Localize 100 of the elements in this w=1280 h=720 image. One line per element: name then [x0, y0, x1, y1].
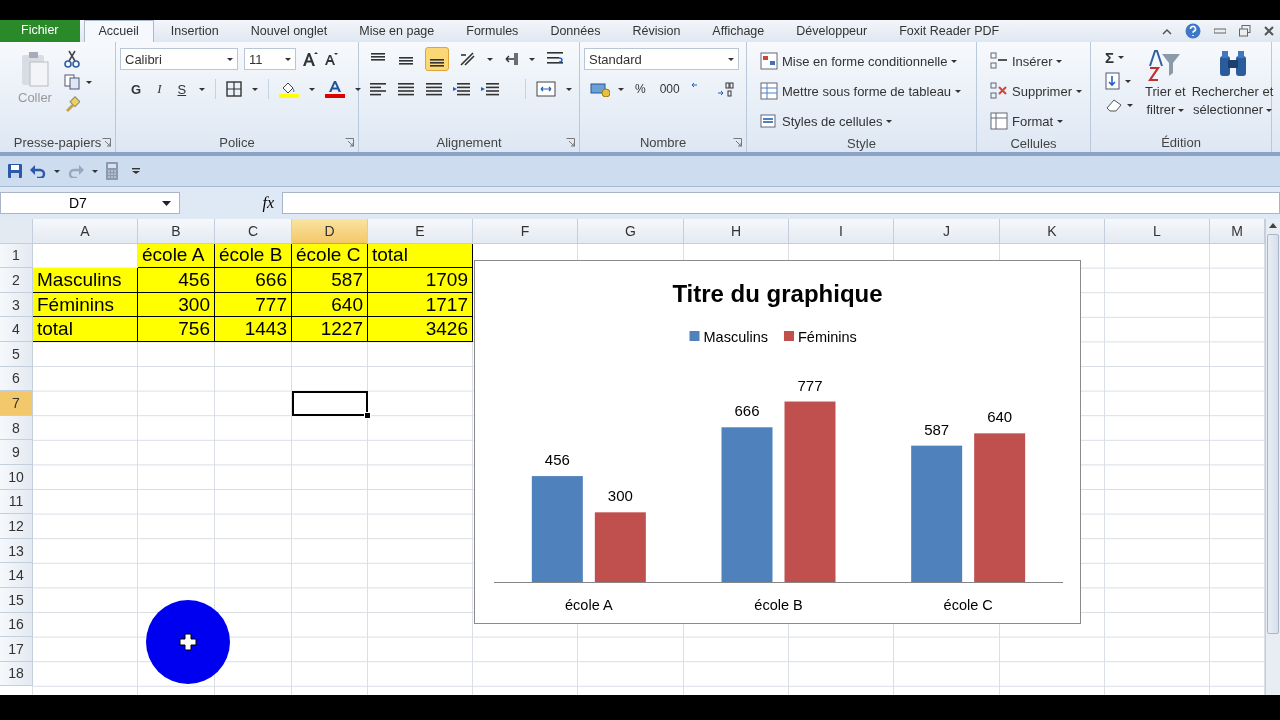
caret-icon[interactable]	[355, 87, 362, 91]
merge-cells-icon[interactable]	[536, 81, 556, 97]
chart-area[interactable]: Titre du graphique Masculins Féminins 456 300 école A 666 777 école B 587 640 école C	[474, 260, 1081, 624]
copy-icon[interactable]	[63, 74, 80, 90]
style-button[interactable]: I	[154, 79, 165, 99]
decrease-decimal-icon[interactable]	[716, 81, 735, 97]
row-header[interactable]: 18	[0, 661, 33, 687]
row-header[interactable]: 13	[0, 538, 33, 564]
dialog-launcher-icon[interactable]	[345, 138, 354, 147]
increase-indent-icon[interactable]	[481, 81, 499, 97]
chevron-up-icon[interactable]	[1162, 27, 1172, 35]
column-header[interactable]: D	[292, 219, 368, 244]
decrease-indent-icon[interactable]	[453, 81, 471, 97]
sort-filter-icon[interactable]	[1148, 48, 1183, 82]
font-name-field[interactable]: Calibri	[120, 48, 238, 70]
font-size-field[interactable]: 11	[244, 48, 296, 70]
insert-cells-icon[interactable]	[990, 52, 1008, 70]
row-header[interactable]: 12	[0, 514, 33, 539]
caret-icon[interactable]	[487, 57, 493, 61]
restore-icon[interactable]	[1239, 25, 1251, 37]
caret-icon[interactable]	[566, 87, 572, 91]
caret-icon[interactable]	[1127, 103, 1133, 107]
caret-icon[interactable]	[227, 57, 233, 61]
column-header[interactable]: I	[789, 219, 894, 244]
column-header[interactable]: H	[684, 219, 789, 244]
caret-icon[interactable]	[951, 59, 958, 63]
currency-icon[interactable]	[590, 81, 610, 97]
row-header[interactable]: 10	[0, 464, 33, 490]
caret-icon[interactable]	[1178, 108, 1185, 112]
caret-icon[interactable]	[92, 169, 98, 173]
row-header[interactable]: 4	[0, 317, 33, 342]
sort-filter-button[interactable]: Trier et filtrer	[1145, 48, 1186, 132]
caret-icon[interactable]	[85, 80, 92, 84]
row-header[interactable]: 6	[0, 366, 33, 392]
row-header[interactable]: 14	[0, 563, 33, 588]
align-right-icon[interactable]	[425, 81, 443, 97]
scrollbar-thumb[interactable]	[1267, 234, 1279, 634]
customize-toolbar-icon[interactable]	[132, 168, 140, 174]
caret-icon[interactable]	[285, 57, 291, 61]
style-menu-button[interactable]: Mettre sous forme de tableau	[757, 78, 965, 104]
caret-icon[interactable]	[618, 87, 624, 91]
column-header[interactable]: L	[1105, 219, 1210, 244]
row-header[interactable]: 8	[0, 415, 33, 441]
row-header[interactable]: 9	[0, 440, 33, 465]
delete-cells-icon[interactable]	[990, 82, 1008, 100]
scissors-icon[interactable]	[63, 50, 80, 68]
ribbon-tab[interactable]: Foxit Reader PDF	[884, 20, 1015, 42]
caret-icon[interactable]	[252, 87, 259, 91]
column-header[interactable]: G	[578, 219, 684, 244]
caret-icon[interactable]	[529, 57, 535, 61]
cells-menu-button[interactable]: Supprimer	[987, 78, 1085, 104]
fill-down-icon[interactable]	[1105, 72, 1121, 90]
save-icon[interactable]	[8, 164, 22, 178]
row-header[interactable]: 17	[0, 637, 33, 662]
row-header[interactable]: 2	[0, 268, 33, 293]
column-header[interactable]: K	[1000, 219, 1105, 244]
undo-icon[interactable]	[30, 164, 46, 178]
align-center-icon[interactable]	[397, 81, 415, 97]
conditional-format-icon[interactable]	[760, 52, 778, 70]
find-select-button[interactable]: Rechercher et sélectionner	[1191, 48, 1274, 132]
style-menu-button[interactable]: Mise en forme conditionnelle	[757, 48, 965, 74]
shrink-font-icon[interactable]	[324, 52, 338, 66]
style-button[interactable]: G	[128, 79, 145, 99]
ribbon-tab[interactable]: Accueil	[83, 20, 154, 42]
row-header[interactable]: 5	[0, 341, 33, 367]
caret-icon[interactable]	[162, 200, 171, 206]
row-header[interactable]: 11	[0, 489, 33, 515]
cells-menu-button[interactable]: Format	[987, 108, 1085, 134]
close-icon[interactable]	[1264, 26, 1274, 36]
minimize-icon[interactable]	[1214, 28, 1226, 34]
caret-icon[interactable]	[1125, 79, 1131, 83]
caret-icon[interactable]	[309, 87, 316, 91]
ribbon-tab[interactable]: Insertion	[155, 20, 234, 42]
ribbon-tab[interactable]: Développeur	[781, 20, 883, 42]
column-header[interactable]: M	[1210, 219, 1265, 244]
style-menu-button[interactable]: Styles de cellules	[757, 108, 965, 134]
caret-icon[interactable]	[1118, 55, 1124, 59]
fill-color-icon[interactable]	[279, 80, 300, 98]
caret-icon[interactable]	[54, 169, 60, 173]
dialog-launcher-icon[interactable]	[733, 138, 742, 147]
number-format-field[interactable]: Standard	[584, 48, 739, 70]
active-cell[interactable]	[292, 391, 368, 416]
caret-icon[interactable]	[199, 87, 206, 91]
caret-icon[interactable]	[886, 119, 893, 123]
caret-icon[interactable]	[1056, 59, 1063, 63]
column-header[interactable]: E	[368, 219, 473, 244]
row-header[interactable]: 7	[0, 391, 33, 416]
caret-icon[interactable]	[1266, 108, 1273, 112]
caret-icon[interactable]	[1057, 119, 1064, 123]
formula-input[interactable]	[282, 192, 1280, 214]
borders-icon[interactable]	[226, 81, 243, 97]
caret-icon[interactable]	[955, 89, 962, 93]
help-icon[interactable]	[1185, 23, 1201, 39]
eraser-icon[interactable]	[1105, 98, 1123, 112]
column-header[interactable]: B	[138, 219, 215, 244]
autosum-button[interactable]: Σ	[1105, 48, 1114, 66]
caret-icon[interactable]	[1075, 89, 1082, 93]
scroll-up-icon[interactable]	[1269, 223, 1277, 228]
ribbon-tab[interactable]: Mise en page	[344, 20, 450, 42]
column-header[interactable]: A	[33, 219, 138, 244]
